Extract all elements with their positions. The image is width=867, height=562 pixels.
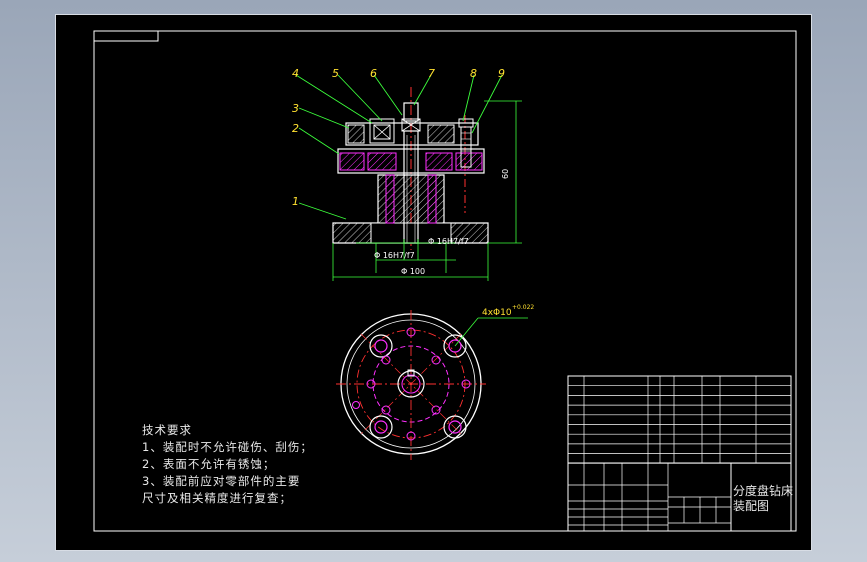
balloon-6: 6	[370, 67, 377, 80]
notes-line-4: 尺寸及相关精度进行复查；	[142, 491, 292, 505]
balloon-4: 4	[292, 67, 299, 80]
dim-base-dia: Φ 100	[401, 267, 425, 276]
dim-fit-1: Φ 16H7/f7	[428, 237, 469, 246]
notes-line-1: 1、装配时不允许碰伤、刮伤；	[142, 440, 313, 454]
balloon-2: 2	[292, 122, 299, 135]
dim-fit-2: Φ 16H7/f7	[374, 251, 415, 260]
holes-dim: 4xΦ10	[482, 308, 512, 318]
front-section-view	[332, 87, 489, 250]
title-name-line-2: 装配图	[733, 499, 770, 513]
notes-heading: 技术要求	[142, 423, 192, 437]
balloon-7: 7	[428, 67, 435, 80]
balloon-5: 5	[332, 67, 339, 80]
hole-callout: 4xΦ10 +0.022	[482, 304, 534, 318]
holes-tol: +0.022	[512, 304, 534, 311]
notes-line-3: 3、装配前应对零部件的主要	[142, 474, 301, 488]
balloon-3: 3	[292, 102, 299, 115]
balloon-1: 1	[292, 195, 299, 208]
top-view	[336, 310, 528, 460]
cad-viewport[interactable]: 1 2 3 4 5 6 7 8 9 60 Φ 16H7/f7 Φ 16H7/f7…	[55, 14, 812, 551]
dim-height: 60	[501, 169, 510, 179]
balloon-8: 8	[470, 67, 477, 80]
notes-line-2: 2、表面不允许有锈蚀；	[142, 457, 276, 471]
balloon-9: 9	[498, 67, 505, 80]
